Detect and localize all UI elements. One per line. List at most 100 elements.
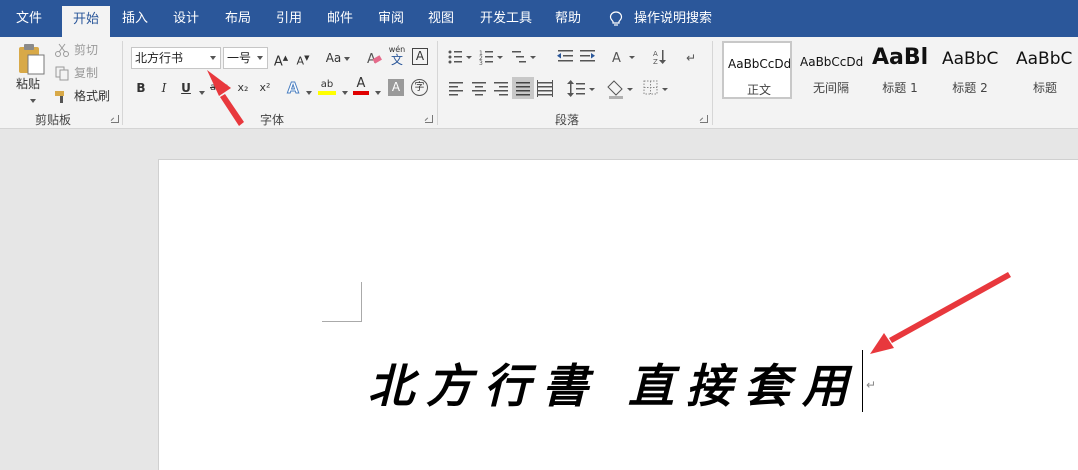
format-painter-label: 格式刷: [74, 89, 111, 103]
style-no-spacing[interactable]: AaBbCcDd 无间隔: [796, 41, 866, 99]
ribbon-tab-bar: 文件 开始 插入 设计 布局 引用 邮件 审阅 视图 开发工具 帮助 操作说明搜…: [0, 0, 1078, 37]
character-shading-button[interactable]: A: [388, 79, 404, 96]
style-normal[interactable]: AaBbCcDd 正文: [722, 41, 792, 99]
tell-me-search[interactable]: 操作说明搜索: [634, 0, 712, 37]
underline-button[interactable]: U: [179, 77, 193, 99]
group-separator: [122, 41, 123, 125]
highlight-label: ab: [320, 79, 334, 90]
sort-button[interactable]: [652, 47, 672, 69]
style-preview: AaBbCcDd: [800, 55, 864, 69]
justify-button[interactable]: [512, 77, 534, 99]
paste-dropdown-icon[interactable]: [27, 93, 36, 107]
group-separator: [437, 41, 438, 125]
tab-help[interactable]: 帮助: [548, 0, 588, 37]
cut-button[interactable]: 剪切: [54, 41, 98, 58]
tab-review[interactable]: 审阅: [371, 0, 411, 37]
style-name: 正文: [746, 83, 771, 97]
show-hide-marks-button[interactable]: [684, 47, 704, 69]
tab-layout[interactable]: 布局: [218, 0, 258, 37]
multilevel-list-button[interactable]: [510, 47, 540, 69]
paragraph-mark: ↵: [866, 378, 877, 392]
cut-label: 剪切: [74, 43, 99, 57]
paintbrush-icon: [55, 90, 64, 103]
superscript-button[interactable]: x²: [256, 77, 274, 99]
distributed-button[interactable]: [535, 77, 557, 99]
shading-button[interactable]: [606, 77, 642, 99]
scissors-icon: [55, 43, 69, 57]
document-text[interactable]: 北方行書 直接套用: [368, 350, 860, 416]
enclose-characters-button[interactable]: 字: [411, 79, 428, 96]
paragraph-group-label: 段落: [554, 113, 579, 127]
increase-indent-button[interactable]: [578, 47, 598, 69]
chevron-down-icon: [344, 56, 351, 61]
bullets-button[interactable]: [446, 47, 476, 69]
lightbulb-icon[interactable]: [609, 11, 623, 27]
format-painter-button[interactable]: 格式刷: [54, 87, 110, 104]
style-heading-2[interactable]: AaBbC 标题 2: [938, 41, 1002, 99]
font-color-bar: [353, 91, 369, 95]
style-name: 无间隔: [812, 81, 849, 95]
borders-button[interactable]: [642, 77, 672, 99]
asian-layout-button[interactable]: [610, 47, 638, 69]
highlight-color-bar: [318, 91, 336, 95]
highlight-button[interactable]: ab: [318, 79, 336, 95]
paste-label[interactable]: 粘贴: [16, 75, 40, 92]
font-color-dropdown-icon[interactable]: [372, 85, 381, 99]
tab-references[interactable]: 引用: [269, 0, 309, 37]
align-center-button[interactable]: [469, 77, 491, 99]
align-left-button[interactable]: [446, 77, 468, 99]
phonetic-guide-button[interactable]: wén 文: [388, 45, 406, 66]
margin-crop-mark: [361, 282, 362, 322]
tab-design[interactable]: 设计: [166, 0, 206, 37]
paste-icon[interactable]: [16, 43, 46, 75]
font-group-label: 字体: [259, 113, 284, 127]
paragraph-launcher-icon[interactable]: [700, 115, 708, 123]
tab-home[interactable]: 开始: [62, 6, 110, 37]
style-preview: AaBbC: [942, 49, 999, 69]
clear-formatting-icon[interactable]: A: [366, 50, 382, 66]
tab-insert[interactable]: 插入: [115, 0, 155, 37]
clipboard-launcher-icon[interactable]: [111, 115, 119, 123]
font-size-dropdown[interactable]: 一号: [223, 47, 268, 69]
font-launcher-icon[interactable]: [425, 115, 433, 123]
font-name-dropdown[interactable]: 北方行书: [131, 47, 221, 69]
shrink-font-button[interactable]: A▼: [295, 47, 311, 69]
document-page[interactable]: [158, 159, 1078, 470]
strikethrough-button[interactable]: abc: [208, 77, 230, 99]
change-case-label: Aa: [325, 51, 342, 65]
text-effects-button[interactable]: A: [285, 77, 301, 99]
style-title[interactable]: AaBbC 标题: [1012, 41, 1078, 99]
numbering-button[interactable]: [478, 47, 508, 69]
tab-mailings[interactable]: 邮件: [320, 0, 360, 37]
font-color-label: A: [356, 76, 366, 91]
character-border-button[interactable]: A: [412, 48, 428, 65]
tab-file[interactable]: 文件: [6, 0, 52, 37]
copy-icon: [55, 66, 69, 80]
highlight-dropdown-icon[interactable]: [339, 85, 348, 99]
change-case-button[interactable]: Aa: [323, 47, 353, 69]
styles-gallery: AaBbCcDd 正文 AaBbCcDd 无间隔 AaBl 标题 1 AaBbC…: [722, 41, 1078, 103]
copy-label: 复制: [74, 66, 99, 80]
text-effects-dropdown-icon[interactable]: [303, 85, 312, 99]
line-spacing-button[interactable]: [564, 77, 598, 99]
tab-developer[interactable]: 开发工具: [474, 0, 538, 37]
font-color-button[interactable]: A: [353, 77, 369, 95]
margin-crop-mark: [322, 321, 362, 322]
italic-button[interactable]: I: [157, 77, 171, 99]
tab-view[interactable]: 视图: [421, 0, 461, 37]
ribbon-home: 粘贴 剪切 复制 格式刷 剪贴板 北方行书 一号 A▲ A▼ Aa A wén …: [0, 37, 1078, 129]
style-name: 标题 1: [882, 81, 918, 95]
chevron-down-icon: [210, 56, 216, 60]
align-right-button[interactable]: [491, 77, 513, 99]
style-heading-1[interactable]: AaBl 标题 1: [868, 41, 932, 99]
chevron-down-icon: [257, 56, 263, 60]
font-name-value: 北方行书: [135, 51, 184, 65]
text-cursor: [862, 350, 863, 412]
decrease-indent-button[interactable]: [556, 47, 576, 69]
font-size-value: 一号: [227, 51, 252, 65]
grow-font-button[interactable]: A▲: [273, 47, 289, 69]
copy-button[interactable]: 复制: [54, 64, 98, 81]
subscript-button[interactable]: x₂: [234, 77, 252, 99]
underline-dropdown-icon[interactable]: [196, 85, 205, 99]
bold-button[interactable]: B: [134, 77, 148, 99]
